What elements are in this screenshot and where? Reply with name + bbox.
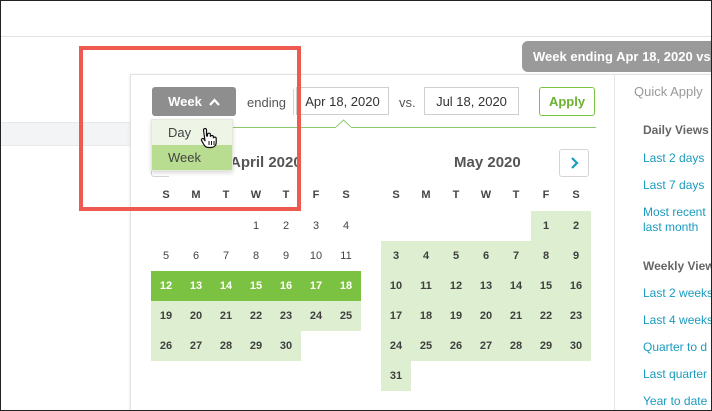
vs-label: vs. — [399, 95, 416, 110]
quick-link-last-month[interactable]: last month — [643, 220, 698, 235]
calendar-day[interactable]: 1 — [241, 211, 271, 241]
calendar-day[interactable]: 27 — [181, 331, 211, 361]
weekday-header: T — [452, 189, 460, 201]
calendar-day[interactable]: 17 — [301, 271, 331, 301]
calendar-day[interactable]: 19 — [151, 301, 181, 331]
calendar-day[interactable]: 25 — [331, 301, 361, 331]
calendar-day[interactable]: 10 — [381, 271, 411, 301]
weekday-header: S — [342, 189, 350, 201]
calendar-day[interactable]: 9 — [271, 241, 301, 271]
calendar-day[interactable]: 28 — [501, 331, 531, 361]
calendar-day[interactable]: 2 — [271, 211, 301, 241]
calendar-day[interactable]: 3 — [381, 241, 411, 271]
calendar-day[interactable]: 5 — [151, 241, 181, 271]
caret-pointer-icon — [336, 119, 351, 133]
calendar-day[interactable]: 13 — [181, 271, 211, 301]
calendar-day[interactable]: 30 — [271, 331, 301, 361]
quick-apply-divider — [614, 74, 615, 411]
calendar-day[interactable]: 4 — [411, 241, 441, 271]
calendar-day[interactable]: 24 — [301, 301, 331, 331]
calendar-day[interactable]: 2 — [561, 211, 591, 241]
calendar-day[interactable]: 9 — [561, 241, 591, 271]
calendar-day[interactable]: 7 — [211, 241, 241, 271]
calendar-day[interactable]: 15 — [241, 271, 271, 301]
weekday-header: W — [480, 189, 492, 201]
annotation-highlight-box — [79, 46, 301, 211]
calendar-day[interactable]: 10 — [301, 241, 331, 271]
month-title-may: May 2020 — [454, 154, 521, 171]
quick-link-quarter-to-date[interactable]: Quarter to d — [643, 340, 707, 355]
calendar-day[interactable]: 6 — [471, 241, 501, 271]
next-month-button[interactable] — [559, 149, 589, 177]
calendar-day[interactable]: 28 — [211, 331, 241, 361]
daily-views-heading: Daily Views — [643, 123, 709, 137]
calendar-day[interactable]: 20 — [181, 301, 211, 331]
calendar-day[interactable]: 22 — [241, 301, 271, 331]
weekly-views-heading: Weekly View — [643, 259, 712, 273]
weekday-header: M — [421, 189, 431, 201]
calendar-day[interactable]: 24 — [381, 331, 411, 361]
weekday-header: S — [572, 189, 580, 201]
calendar-day[interactable]: 14 — [211, 271, 241, 301]
calendar-day[interactable]: 3 — [301, 211, 331, 241]
quick-link-last-quarter[interactable]: Last quarter — [643, 367, 707, 382]
calendar-day[interactable]: 17 — [381, 301, 411, 331]
calendar-day[interactable]: 19 — [441, 301, 471, 331]
calendar-day[interactable]: 29 — [531, 331, 561, 361]
weekday-header: T — [512, 189, 520, 201]
calendar-day[interactable]: 14 — [501, 271, 531, 301]
calendar-day[interactable]: 8 — [241, 241, 271, 271]
calendar-day[interactable]: 4 — [331, 211, 361, 241]
weekday-header: S — [392, 189, 400, 201]
calendar-day[interactable]: 25 — [411, 331, 441, 361]
calendar-day[interactable]: 26 — [441, 331, 471, 361]
quick-link-last-2-weeks[interactable]: Last 2 weeks — [643, 286, 712, 301]
calendar-day[interactable]: 29 — [241, 331, 271, 361]
apply-button[interactable]: Apply — [539, 87, 595, 116]
calendar-day[interactable]: 21 — [211, 301, 241, 331]
calendar-day[interactable]: 5 — [441, 241, 471, 271]
calendar-day[interactable]: 30 — [561, 331, 591, 361]
weekday-header: F — [542, 189, 550, 201]
quick-link-most-recent[interactable]: Most recent — [643, 205, 706, 220]
calendar-day[interactable]: 23 — [561, 301, 591, 331]
calendar-day[interactable]: 8 — [531, 241, 561, 271]
calendar-day[interactable]: 31 — [381, 361, 411, 391]
start-date-input[interactable]: Apr 18, 2020 — [296, 87, 389, 115]
calendar-day[interactable]: 23 — [271, 301, 301, 331]
quick-link-last-2-days[interactable]: Last 2 days — [643, 151, 704, 166]
calendar-day[interactable]: 27 — [471, 331, 501, 361]
calendar-day[interactable]: 13 — [471, 271, 501, 301]
calendar-day[interactable]: 12 — [151, 271, 181, 301]
calendar-day[interactable]: 15 — [531, 271, 561, 301]
calendar-day[interactable]: 18 — [331, 271, 361, 301]
calendar-day[interactable]: 16 — [271, 271, 301, 301]
quick-apply-title: Quick Apply — [634, 84, 703, 99]
calendar-day[interactable]: 18 — [411, 301, 441, 331]
chevron-right-icon — [570, 157, 579, 169]
calendar-day[interactable]: 1 — [531, 211, 561, 241]
calendar-day[interactable]: 20 — [471, 301, 501, 331]
quick-link-last-7-days[interactable]: Last 7 days — [643, 178, 704, 193]
calendar-day[interactable]: 7 — [501, 241, 531, 271]
quick-link-last-4-weeks[interactable]: Last 4 weeks — [643, 313, 712, 328]
calendar-day[interactable]: 16 — [561, 271, 591, 301]
weekday-header: F — [312, 189, 320, 201]
calendar-day[interactable]: 21 — [501, 301, 531, 331]
calendar-day[interactable]: 26 — [151, 331, 181, 361]
calendar-day[interactable]: 11 — [331, 241, 361, 271]
calendar-day[interactable]: 22 — [531, 301, 561, 331]
calendar-day[interactable]: 6 — [181, 241, 211, 271]
calendar-day[interactable]: 12 — [441, 271, 471, 301]
quick-link-year-to-date[interactable]: Year to date — [643, 394, 707, 409]
date-range-badge[interactable]: Week ending Apr 18, 2020 vs Ju — [522, 41, 712, 72]
compare-date-input[interactable]: Jul 18, 2020 — [424, 87, 519, 115]
header-divider — [0, 36, 712, 37]
calendar-day[interactable]: 11 — [411, 271, 441, 301]
